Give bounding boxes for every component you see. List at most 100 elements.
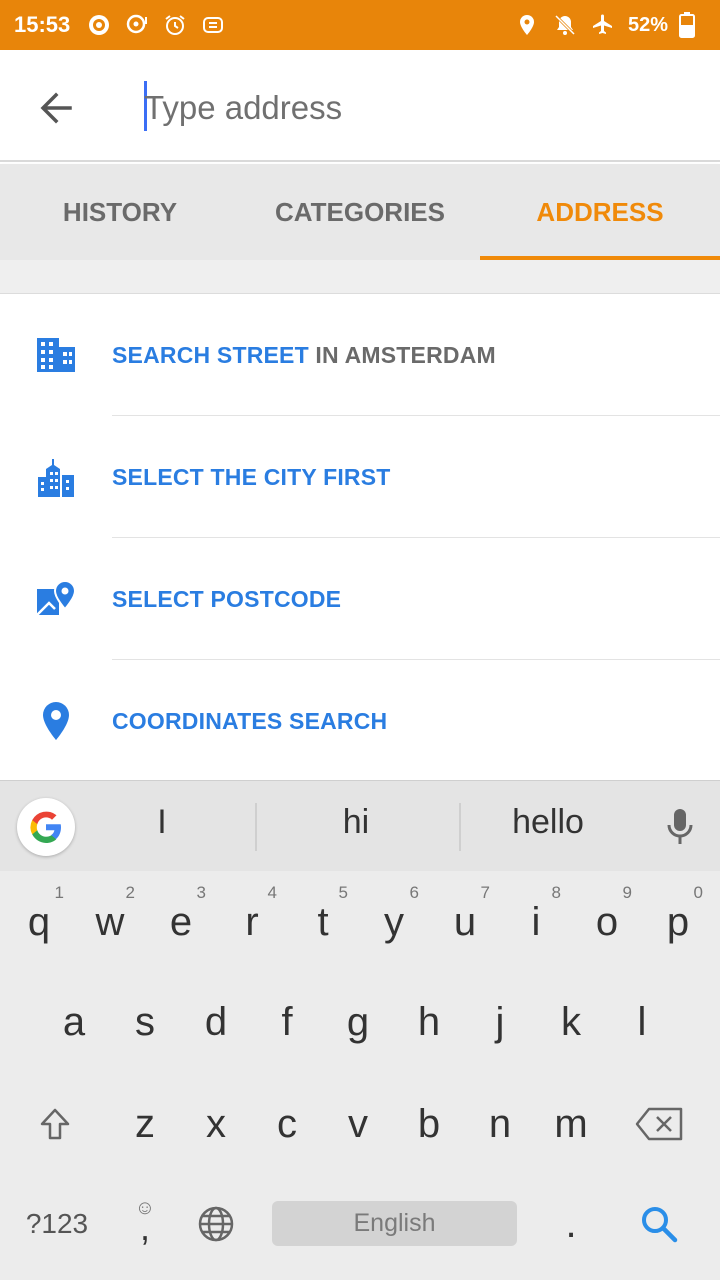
key-hint: 8 <box>551 883 561 902</box>
key-e[interactable]: e3 <box>148 877 214 967</box>
key-c[interactable]: c <box>254 1079 320 1169</box>
key-hint: 6 <box>409 883 419 902</box>
search-app-bar <box>0 50 720 162</box>
symbols-key[interactable]: ?123 <box>14 1179 100 1269</box>
key-z[interactable]: z <box>112 1079 178 1169</box>
period-key[interactable]: . <box>538 1179 604 1269</box>
tab-history[interactable]: HISTORY <box>0 164 240 260</box>
key-g[interactable]: g <box>325 977 391 1067</box>
suggestion-bar: I hi hello <box>0 781 720 871</box>
key-label: i <box>531 899 541 944</box>
back-button[interactable] <box>28 80 84 136</box>
key-k[interactable]: k <box>538 977 604 1067</box>
suggestion-3[interactable]: hello <box>448 803 648 842</box>
building-icon <box>34 333 78 377</box>
key-hint: 5 <box>338 883 348 902</box>
section-gap <box>0 260 720 294</box>
arrow-back-icon <box>40 92 72 124</box>
mic-icon[interactable] <box>660 807 700 847</box>
key-j[interactable]: j <box>467 977 533 1067</box>
language-key[interactable] <box>183 1179 249 1269</box>
suggestion-2[interactable]: hi <box>256 803 456 842</box>
key-t[interactable]: t5 <box>290 877 356 967</box>
key-r[interactable]: r4 <box>219 877 285 967</box>
key-hint: 4 <box>267 883 277 902</box>
search-key[interactable] <box>626 1179 692 1269</box>
tab-categories[interactable]: CATEGORIES <box>240 164 480 260</box>
map-pin-icon <box>34 577 78 621</box>
key-s[interactable]: s <box>112 977 178 1067</box>
key-label: r <box>245 899 259 944</box>
location-pin-icon <box>34 699 78 743</box>
key-m[interactable]: m <box>538 1079 604 1169</box>
target-icon <box>86 12 112 38</box>
key-hint: 0 <box>693 883 703 902</box>
select-city-label: SELECT THE CITY FIRST <box>112 463 391 490</box>
key-q[interactable]: q1 <box>6 877 72 967</box>
location-icon <box>514 12 540 38</box>
tab-address[interactable]: ADDRESS <box>480 164 720 260</box>
key-y[interactable]: y6 <box>361 877 427 967</box>
key-label: t <box>317 899 329 944</box>
key-u[interactable]: u7 <box>432 877 498 967</box>
key-hint: 7 <box>480 883 490 902</box>
key-hint: 2 <box>125 883 135 902</box>
shift-key[interactable] <box>22 1079 88 1169</box>
globe-icon <box>198 1206 234 1242</box>
key-p[interactable]: p0 <box>645 877 711 967</box>
key-o[interactable]: o9 <box>574 877 640 967</box>
status-bar: 15:53 52% <box>0 0 720 50</box>
key-hint: 1 <box>54 883 64 902</box>
search-icon <box>642 1207 678 1243</box>
list-item-coordinates-search[interactable]: COORDINATES SEARCH <box>0 660 720 782</box>
comma-label: , <box>139 1207 150 1248</box>
key-i[interactable]: i8 <box>503 877 569 967</box>
alarm-icon <box>162 12 188 38</box>
key-d[interactable]: d <box>183 977 249 1067</box>
airplane-icon <box>590 12 616 38</box>
key-label: e <box>169 899 193 944</box>
key-b[interactable]: b <box>396 1079 462 1169</box>
key-hint: 9 <box>622 883 632 902</box>
battery-icon <box>674 12 700 38</box>
key-w[interactable]: w2 <box>77 877 143 967</box>
chat-icon <box>124 12 150 38</box>
key-label: o <box>595 899 619 944</box>
key-l[interactable]: l <box>609 977 675 1067</box>
search-street-link[interactable]: SEARCH STREET <box>112 342 309 368</box>
backspace-key[interactable] <box>626 1079 692 1169</box>
space-key[interactable]: English <box>272 1201 517 1246</box>
suggestion-1[interactable]: I <box>62 803 262 842</box>
key-f[interactable]: f <box>254 977 320 1067</box>
google-icon <box>30 811 61 843</box>
tab-bar: HISTORY CATEGORIES ADDRESS <box>0 164 720 260</box>
key-hint: 3 <box>196 883 206 902</box>
select-postcode-label: SELECT POSTCODE <box>112 585 342 612</box>
key-n[interactable]: n <box>467 1079 533 1169</box>
key-label: p <box>666 899 690 944</box>
key-label: w <box>95 899 125 944</box>
battery-percent: 52% <box>627 13 668 36</box>
list-item-search-street[interactable]: SEARCH STREET IN AMSTERDAM <box>0 294 720 416</box>
list-item-label: SEARCH STREET IN AMSTERDAM <box>112 342 496 369</box>
notifications-off-icon <box>552 12 578 38</box>
key-label: q <box>27 899 51 944</box>
key-label: y <box>384 899 404 944</box>
key-a[interactable]: a <box>41 977 107 1067</box>
city-suffix: IN AMSTERDAM <box>308 341 496 368</box>
city-icon <box>34 455 78 499</box>
address-options-list: SEARCH STREET IN AMSTERDAM SELECT THE CI… <box>0 294 720 782</box>
list-item-select-postcode[interactable]: SELECT POSTCODE <box>0 538 720 660</box>
key-label: u <box>453 899 477 944</box>
list-item-select-city[interactable]: SELECT THE CITY FIRST <box>0 416 720 538</box>
cast-icon <box>200 12 226 38</box>
status-time: 15:53 <box>14 12 71 37</box>
backspace-icon <box>635 1107 683 1141</box>
key-v[interactable]: v <box>325 1079 391 1169</box>
address-search-input[interactable] <box>144 80 684 136</box>
key-x[interactable]: x <box>183 1079 249 1169</box>
comma-key[interactable]: ☺ , <box>112 1179 178 1269</box>
key-h[interactable]: h <box>396 977 462 1067</box>
coordinates-search-label: COORDINATES SEARCH <box>112 707 388 734</box>
shift-icon <box>40 1108 70 1140</box>
